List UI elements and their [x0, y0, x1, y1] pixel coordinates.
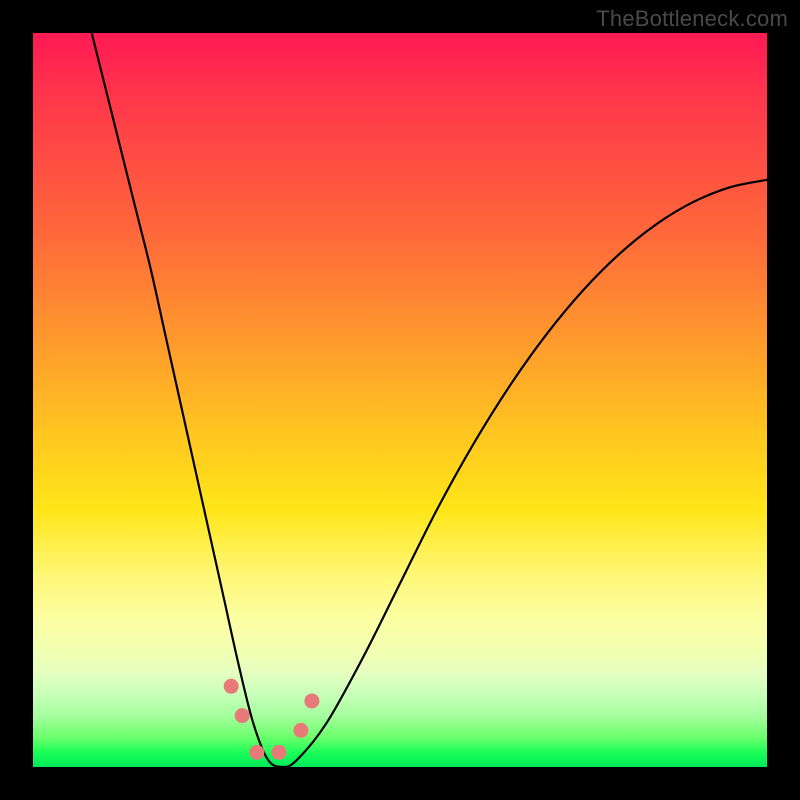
highlight-marker — [293, 723, 308, 738]
highlight-marker — [304, 693, 319, 708]
bottleneck-curve — [92, 33, 767, 767]
highlight-marker — [271, 745, 286, 760]
highlight-marker — [235, 708, 250, 723]
chart-container: TheBottleneck.com — [0, 0, 800, 800]
plot-area — [33, 33, 767, 767]
watermark-text: TheBottleneck.com — [596, 6, 788, 32]
curve-svg — [33, 33, 767, 767]
highlight-marker — [224, 679, 239, 694]
highlight-marker — [249, 745, 264, 760]
highlight-markers — [224, 679, 320, 760]
